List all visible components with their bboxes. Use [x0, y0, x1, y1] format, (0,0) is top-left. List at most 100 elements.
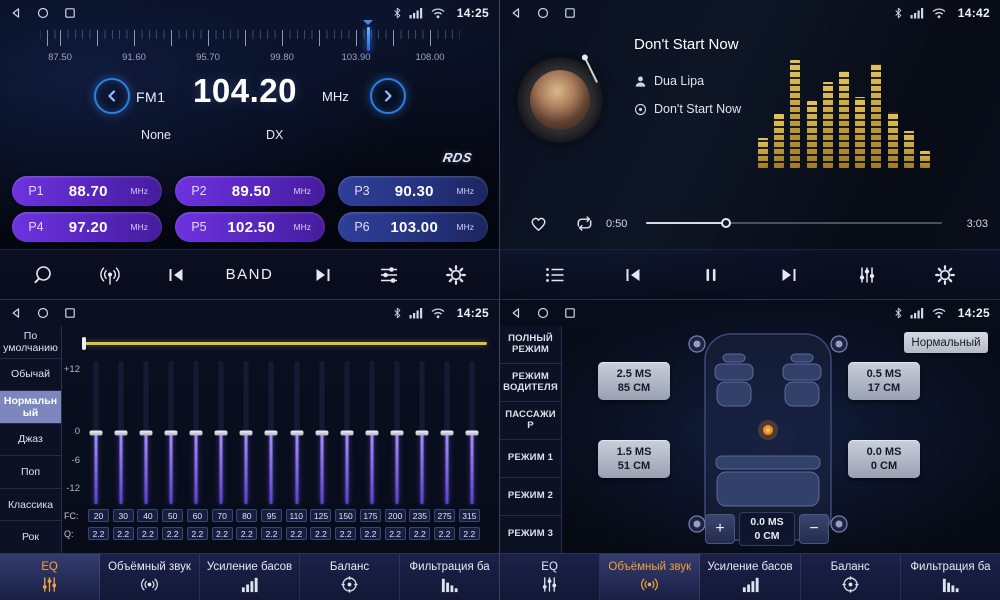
recents-icon[interactable]	[64, 307, 76, 319]
slider-knob[interactable]	[340, 431, 353, 436]
delay-rear-left[interactable]: 1.5 MS51 CM	[598, 440, 670, 478]
tab-bass-boost[interactable]: Усиление басов	[700, 554, 800, 600]
preset-p6[interactable]: P6103.00MHz	[338, 212, 488, 242]
settings-icon[interactable]	[433, 252, 479, 298]
eq-band-slider[interactable]	[239, 362, 254, 504]
prev-icon[interactable]	[610, 252, 656, 298]
home-icon[interactable]	[37, 307, 49, 319]
home-icon[interactable]	[537, 307, 549, 319]
tab-eq[interactable]: EQ	[500, 554, 600, 600]
slider-knob[interactable]	[365, 431, 378, 436]
slider-knob[interactable]	[441, 431, 454, 436]
back-icon[interactable]	[10, 307, 22, 319]
tab-filter[interactable]: Фильтрация ба	[400, 554, 499, 600]
eq-preset-custom[interactable]: Обычай	[0, 359, 61, 392]
preset-p4[interactable]: P497.20MHz	[12, 212, 162, 242]
slider-knob[interactable]	[164, 431, 177, 436]
eq-band-slider[interactable]	[415, 362, 430, 504]
eq-band-slider[interactable]	[138, 362, 153, 504]
tab-bass-boost[interactable]: Усиление басов	[200, 554, 300, 600]
delay-front-left[interactable]: 2.5 MS85 CM	[598, 362, 670, 400]
mixer-icon[interactable]	[844, 252, 890, 298]
eq-band-slider[interactable]	[364, 362, 379, 504]
delay-plus-button[interactable]: +	[705, 514, 735, 544]
eq-band-slider[interactable]	[314, 362, 329, 504]
tab-surround[interactable]: Объёмный звук	[100, 554, 200, 600]
tab-eq[interactable]: EQ	[0, 554, 100, 600]
slider-knob[interactable]	[265, 431, 278, 436]
progress-bar[interactable]	[646, 222, 942, 224]
mode-2[interactable]: РЕЖИМ 2	[500, 478, 561, 516]
eq-band-slider[interactable]	[289, 362, 304, 504]
preset-p5[interactable]: P5102.50MHz	[175, 212, 325, 242]
eq-band-slider[interactable]	[189, 362, 204, 504]
next-icon[interactable]	[300, 252, 346, 298]
eq-band-slider[interactable]	[440, 362, 455, 504]
slider-knob[interactable]	[139, 431, 152, 436]
mode-1[interactable]: РЕЖИМ 1	[500, 440, 561, 478]
delay-rear-right[interactable]: 0.0 MS0 CM	[848, 440, 920, 478]
eq-band-slider[interactable]	[339, 362, 354, 504]
band-button[interactable]: BAND	[220, 252, 280, 298]
eq-band-slider[interactable]	[214, 362, 229, 504]
tune-icon[interactable]	[366, 252, 412, 298]
back-icon[interactable]	[510, 7, 522, 19]
pause-icon[interactable]	[688, 252, 734, 298]
tab-surround[interactable]: Объёмный звук	[600, 554, 700, 600]
profile-button[interactable]: Нормальный	[904, 332, 988, 353]
frequency-ruler[interactable]: 87.50 91.60 95.70 99.80 103.90 108.00	[40, 30, 460, 76]
preset-p1[interactable]: P188.70MHz	[12, 176, 162, 206]
mode-full[interactable]: ПОЛНЫЙ РЕЖИМ	[500, 326, 561, 364]
back-icon[interactable]	[10, 7, 22, 19]
eq-band-slider[interactable]	[390, 362, 405, 504]
slider-knob[interactable]	[416, 431, 429, 436]
recents-icon[interactable]	[64, 7, 76, 19]
playlist-icon[interactable]	[532, 252, 578, 298]
home-icon[interactable]	[537, 7, 549, 19]
delay-minus-button[interactable]: −	[799, 514, 829, 544]
master-slider[interactable]	[85, 342, 487, 345]
eq-band-slider[interactable]	[113, 362, 128, 504]
mode-passenger[interactable]: ПАССАЖИР	[500, 402, 561, 440]
prev-icon[interactable]	[153, 252, 199, 298]
eq-band-slider[interactable]	[163, 362, 178, 504]
settings-icon[interactable]	[922, 252, 968, 298]
eq-band-slider[interactable]	[264, 362, 279, 504]
eq-preset-normal[interactable]: Нормальный	[0, 391, 61, 424]
slider-knob[interactable]	[89, 431, 102, 436]
slider-knob[interactable]	[391, 431, 404, 436]
mode-driver[interactable]: РЕЖИМ ВОДИТЕЛЯ	[500, 364, 561, 402]
delay-front-right[interactable]: 0.5 MS17 CM	[848, 362, 920, 400]
repeat-icon[interactable]	[572, 211, 596, 235]
slider-knob[interactable]	[290, 431, 303, 436]
eq-preset-rock[interactable]: Рок	[0, 521, 61, 553]
back-icon[interactable]	[510, 307, 522, 319]
mode-3[interactable]: РЕЖИМ 3	[500, 516, 561, 553]
slider-knob[interactable]	[215, 431, 228, 436]
preset-p2[interactable]: P289.50MHz	[175, 176, 325, 206]
eq-band-slider[interactable]	[465, 362, 480, 504]
eq-band-slider[interactable]	[88, 362, 103, 504]
tune-down-button[interactable]	[94, 78, 130, 114]
home-icon[interactable]	[37, 7, 49, 19]
eq-preset-pop[interactable]: Поп	[0, 456, 61, 489]
recents-icon[interactable]	[564, 7, 576, 19]
broadcast-icon[interactable]	[87, 252, 133, 298]
scan-icon[interactable]	[20, 252, 66, 298]
tab-filter[interactable]: Фильтрация ба	[901, 554, 1000, 600]
tune-up-button[interactable]	[370, 78, 406, 114]
eq-preset-classic[interactable]: Классика	[0, 489, 61, 522]
eq-preset-jazz[interactable]: Джаз	[0, 424, 61, 457]
favorite-icon[interactable]	[526, 211, 550, 235]
master-slider-knob[interactable]	[82, 337, 86, 350]
slider-knob[interactable]	[240, 431, 253, 436]
eq-preset-default[interactable]: По умолчанию	[0, 326, 61, 359]
slider-knob[interactable]	[114, 431, 127, 436]
recents-icon[interactable]	[564, 307, 576, 319]
preset-p3[interactable]: P390.30MHz	[338, 176, 488, 206]
player-progress-knob[interactable]	[721, 218, 731, 228]
tab-balance[interactable]: Баланс	[801, 554, 901, 600]
next-icon[interactable]	[766, 252, 812, 298]
slider-knob[interactable]	[190, 431, 203, 436]
tab-balance[interactable]: Баланс	[300, 554, 400, 600]
